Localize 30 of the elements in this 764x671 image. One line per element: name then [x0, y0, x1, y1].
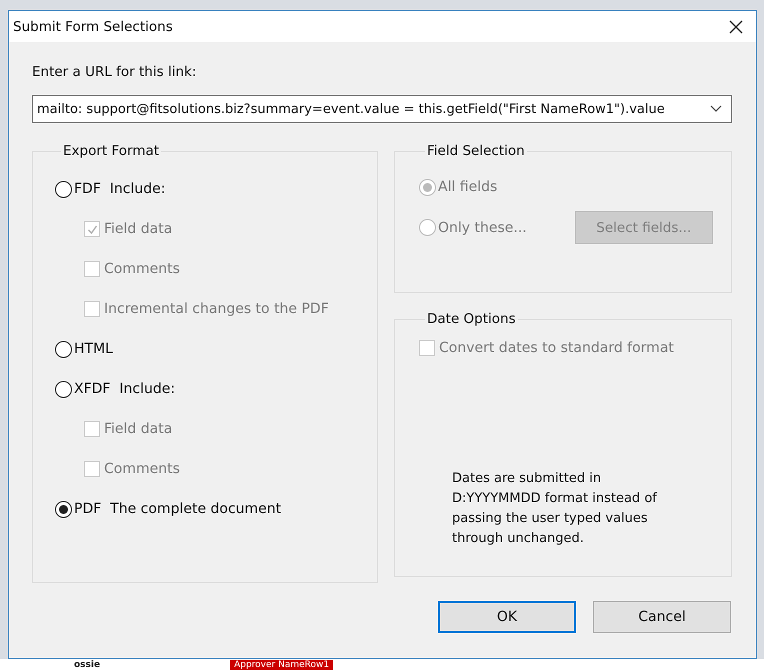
checkbox-label: Comments — [104, 261, 180, 277]
option-label: Only these... — [438, 220, 527, 236]
document-text: ossie — [74, 660, 100, 670]
chevron-down-icon — [710, 105, 722, 113]
checkbox-label: Field data — [104, 221, 172, 237]
group-title: Date Options — [426, 311, 517, 327]
close-icon — [729, 20, 743, 34]
description-text: Dates are submitted in D:YYYYMMDD format instead of passing the user typed values through unchanged. — [452, 470, 658, 548]
checkbox-label: Comments — [104, 461, 180, 477]
field-label: Enter a URL for this link: — [32, 64, 198, 82]
group-title: Field Selection — [426, 143, 526, 159]
radio-button[interactable] — [55, 180, 72, 198]
document-field: Approver NameRow1 — [230, 660, 334, 670]
radio-button[interactable] — [55, 380, 72, 398]
option-label: XFDF Include: — [74, 381, 176, 397]
radio-button[interactable] — [55, 500, 72, 518]
checkbox-label: Incremental changes to the PDF — [104, 301, 329, 317]
ok-button[interactable]: OK — [438, 601, 576, 633]
option-label: FDF Include: — [74, 181, 166, 197]
check-icon — [86, 224, 98, 234]
radio-button[interactable] — [55, 340, 72, 358]
checkbox-label: Convert dates to standard format — [439, 340, 674, 356]
option-label: HTML — [74, 341, 113, 357]
cancel-button[interactable]: Cancel — [593, 601, 731, 633]
url-dropdown[interactable]: mailto: support@fitsolutions.biz?summary=event.value = this.getField("First NameRow1").value — [32, 95, 732, 123]
checkbox-label: Field data — [104, 421, 172, 437]
option-label: PDF The complete document — [74, 501, 282, 517]
option-label: All fields — [438, 179, 498, 195]
group-title: Export Format — [62, 143, 160, 159]
window-title: Submit Form Selections — [13, 18, 173, 34]
